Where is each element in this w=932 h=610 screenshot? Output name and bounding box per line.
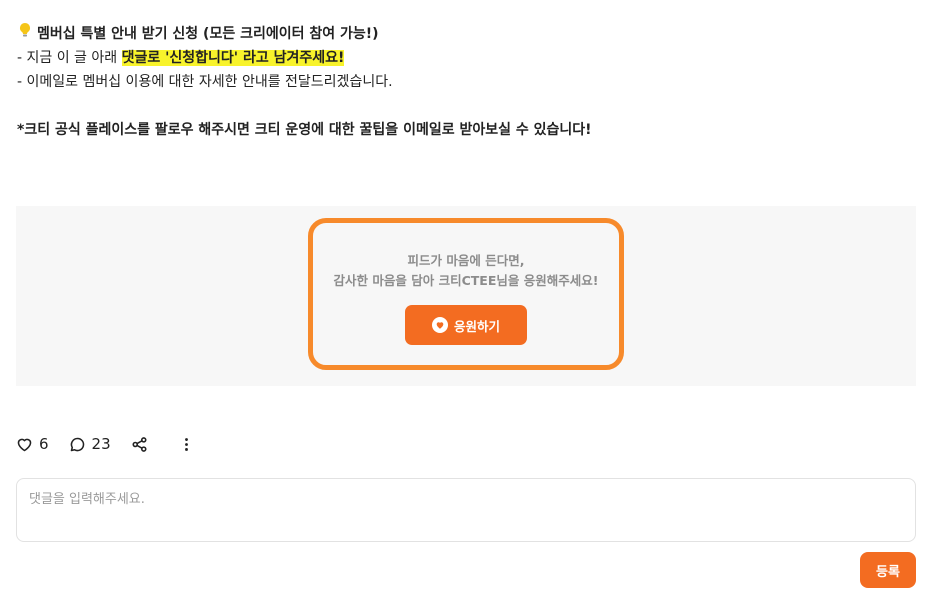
post-title-line: 멤버십 특별 안내 받기 신청 (모든 크리에이터 참여 가능!) [17, 22, 917, 46]
comment-input[interactable] [29, 488, 903, 532]
more-options-button[interactable] [178, 436, 195, 453]
comment-input-box [16, 478, 916, 542]
post-body: 멤버십 특별 안내 받기 신청 (모든 크리에이터 참여 가능!) - 지금 이… [17, 22, 917, 142]
like-count: 6 [39, 435, 49, 453]
support-box: 피드가 마음에 든다면, 감사한 마음을 담아 크티CTEE님을 응원해주세요!… [308, 218, 624, 370]
post-line-1-prefix: - 지금 이 글 아래 [17, 50, 122, 66]
comment-count-button[interactable]: 23 [69, 435, 111, 453]
post-actions: 6 23 [16, 432, 215, 456]
share-button[interactable] [131, 436, 148, 453]
heart-icon [431, 317, 448, 333]
more-vertical-icon [184, 437, 188, 451]
submit-comment-button[interactable]: 등록 [860, 552, 916, 588]
support-message-line-2: 감사한 마음을 담아 크티CTEE님을 응원해주세요! [333, 273, 599, 288]
lightbulb-icon [17, 22, 33, 46]
comment-count: 23 [91, 435, 111, 453]
post-line-1-highlight: 댓글로 '신청합니다' 라고 남겨주세요! [121, 50, 345, 66]
post-line-1: - 지금 이 글 아래 댓글로 '신청합니다' 라고 남겨주세요! [17, 46, 917, 70]
post-line-2: - 이메일로 멤버십 이용에 대한 자세한 안내를 전달드리겠습니다. [17, 74, 393, 90]
heart-outline-icon [17, 438, 32, 451]
support-message: 피드가 마음에 든다면, 감사한 마음을 담아 크티CTEE님을 응원해주세요! [313, 251, 619, 291]
support-message-line-1: 피드가 마음에 든다면, [407, 253, 525, 268]
support-button-label: 응원하기 [453, 318, 500, 334]
post-title: 멤버십 특별 안내 받기 신청 (모든 크리에이터 참여 가능!) [37, 26, 379, 42]
comment-bubble-icon [70, 437, 84, 451]
like-button[interactable]: 6 [16, 435, 49, 453]
share-icon [132, 436, 147, 452]
support-button[interactable]: 응원하기 [405, 305, 527, 345]
post-line-3: *크티 공식 플레이스를 팔로우 해주시면 크티 운영에 대한 꿀팁을 이메일로… [17, 122, 592, 138]
